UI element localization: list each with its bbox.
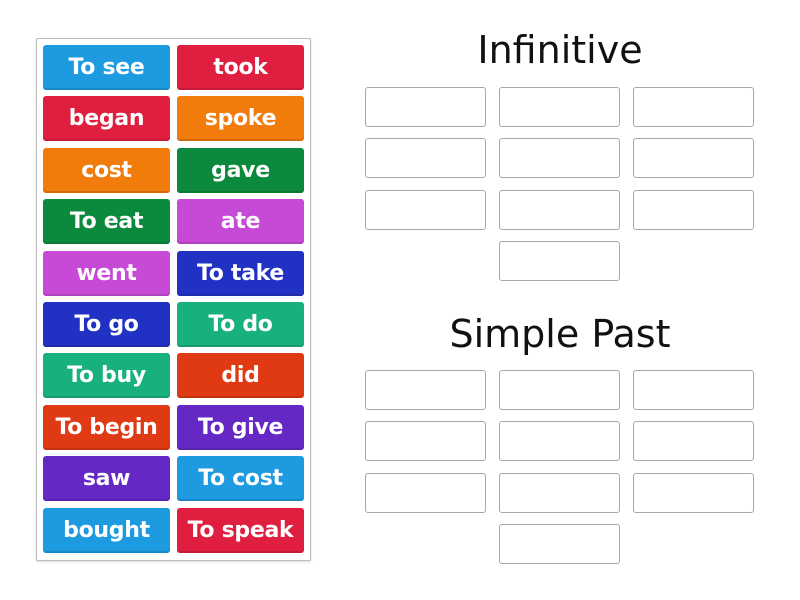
drop-zone-slot[interactable] (365, 138, 486, 178)
word-tile[interactable]: To begin (43, 404, 170, 450)
word-tile[interactable]: To eat (43, 199, 170, 245)
drop-zone-slot[interactable] (499, 524, 620, 564)
drop-zone-slot[interactable] (633, 138, 754, 178)
drop-zone-slot[interactable] (499, 473, 620, 513)
word-tile[interactable]: gave (177, 147, 304, 193)
word-tile[interactable]: To do (177, 302, 304, 347)
word-tile[interactable]: To go (43, 302, 170, 347)
drop-zone-slot[interactable] (499, 190, 620, 230)
group-title-simple-past: Simple Past (449, 312, 671, 356)
word-tile[interactable]: To cost (177, 456, 304, 502)
drop-zone-slot[interactable] (365, 421, 486, 461)
word-tile[interactable]: To see (43, 45, 170, 90)
word-tile[interactable]: spoke (177, 96, 304, 142)
drop-zone-slot[interactable] (633, 87, 754, 127)
word-tile[interactable]: To take (177, 250, 304, 296)
drop-zone-slot[interactable] (633, 190, 754, 230)
word-tile[interactable]: To buy (43, 353, 170, 399)
drop-zone-slot[interactable] (633, 421, 754, 461)
drop-zone-slot[interactable] (499, 370, 620, 410)
word-tile[interactable]: went (43, 250, 170, 296)
word-tile[interactable]: did (177, 353, 304, 399)
drop-zone-slot[interactable] (499, 87, 620, 127)
word-tile[interactable]: ate (177, 199, 304, 245)
word-tile[interactable]: took (177, 45, 304, 90)
drop-zone-slot[interactable] (365, 190, 486, 230)
drop-zone-slot[interactable] (499, 138, 620, 178)
drop-zone-slot[interactable] (499, 421, 620, 461)
word-tile[interactable]: To speak (177, 507, 304, 553)
drop-zone-slot[interactable] (365, 87, 486, 127)
drop-zone-slot[interactable] (633, 473, 754, 513)
drop-zone-slot[interactable] (633, 370, 754, 410)
word-tile[interactable]: began (43, 96, 170, 142)
drop-zone-slot[interactable] (365, 473, 486, 513)
word-tile[interactable]: bought (43, 507, 170, 553)
word-tile[interactable]: saw (43, 456, 170, 502)
drop-zone-slot[interactable] (499, 241, 620, 281)
group-title-infinitive: Infinitive (477, 28, 643, 72)
word-tile[interactable]: cost (43, 147, 170, 193)
drop-zone-slot[interactable] (365, 370, 486, 410)
word-tile[interactable]: To give (177, 404, 304, 450)
